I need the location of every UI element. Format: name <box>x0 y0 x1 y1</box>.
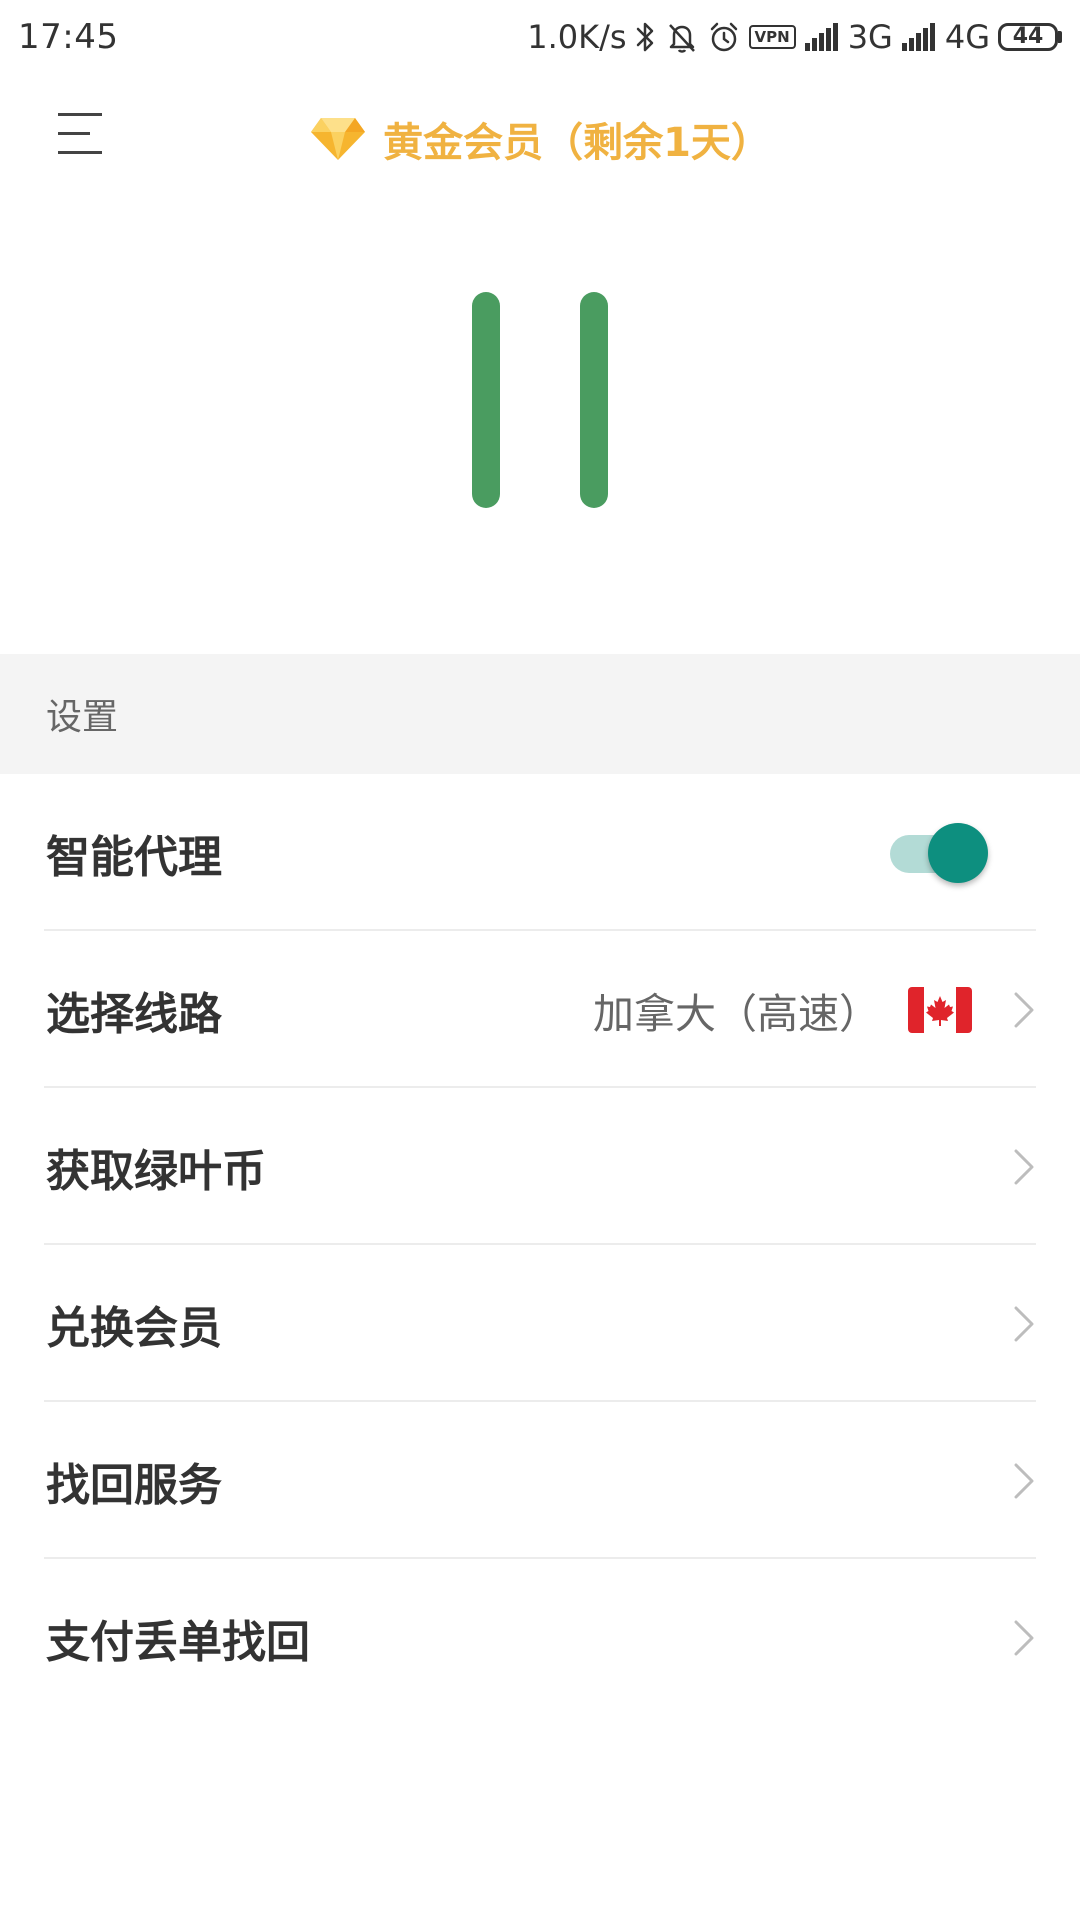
app-header: 黄金会员（剩余1天） <box>0 74 1080 204</box>
chevron-right-icon <box>1012 1461 1036 1501</box>
select-route-row[interactable]: 选择线路 加拿大（高速） <box>0 931 1080 1088</box>
redeem-membership-label: 兑换会员 <box>46 1302 222 1354</box>
settings-section-header: 设置 <box>0 654 1080 774</box>
header-title-area: 黄金会员（剩余1天） <box>0 74 1080 204</box>
connection-control-area <box>0 204 1080 654</box>
canada-flag-icon <box>908 986 972 1033</box>
membership-status[interactable]: 黄金会员（剩余1天） <box>309 110 771 168</box>
chevron-right-icon <box>1012 990 1036 1030</box>
hamburger-menu-icon <box>58 113 102 154</box>
menu-button[interactable] <box>50 104 110 164</box>
redeem-membership-row[interactable]: 兑换会员 <box>0 1245 1080 1402</box>
chevron-right-icon <box>1012 1147 1036 1187</box>
recover-service-label: 找回服务 <box>46 1459 222 1511</box>
status-icons: 1.0K/s VPN 3G 4G 44 <box>527 18 1062 56</box>
vpn-icon: VPN <box>748 25 796 49</box>
alarm-icon <box>707 20 741 54</box>
select-route-label: 选择线路 <box>46 988 222 1040</box>
battery-level: 44 <box>998 23 1058 51</box>
network-type-2: 4G <box>944 18 990 56</box>
settings-list: 智能代理 选择线路 加拿大（高速） 获取绿叶币 兑换会员 找回服务 支付丢单找回 <box>0 774 1080 1716</box>
chevron-right-icon <box>1012 1618 1036 1658</box>
signal-icon <box>804 23 840 51</box>
battery-icon: 44 <box>998 23 1062 51</box>
recover-lost-payment-label: 支付丢单找回 <box>46 1616 310 1668</box>
mute-bell-icon <box>665 20 699 54</box>
get-coins-row[interactable]: 获取绿叶币 <box>0 1088 1080 1245</box>
pause-bar-right <box>580 292 608 508</box>
signal-icon <box>901 23 937 51</box>
net-speed: 1.0K/s <box>527 18 627 56</box>
status-bar: 17:45 1.0K/s VPN 3G 4G 44 <box>0 0 1080 74</box>
battery-tip <box>1058 31 1062 43</box>
membership-title: 黄金会员（剩余1天） <box>383 120 771 166</box>
pause-bar-left <box>472 292 500 508</box>
pause-button[interactable] <box>460 284 620 524</box>
smart-proxy-label: 智能代理 <box>46 831 222 883</box>
get-coins-label: 获取绿叶币 <box>46 1145 266 1197</box>
smart-proxy-toggle[interactable] <box>890 821 988 885</box>
bluetooth-icon <box>635 20 657 54</box>
diamond-icon <box>311 118 366 160</box>
route-value: 加拿大（高速） <box>593 989 880 1038</box>
chevron-right-icon <box>1012 1304 1036 1344</box>
recover-lost-payment-row[interactable]: 支付丢单找回 <box>0 1559 1080 1716</box>
section-title: 设置 <box>46 697 119 738</box>
recover-service-row[interactable]: 找回服务 <box>0 1402 1080 1559</box>
network-type-1: 3G <box>847 18 893 56</box>
status-time: 17:45 <box>18 17 119 57</box>
toggle-thumb <box>928 822 988 883</box>
smart-proxy-row: 智能代理 <box>0 774 1080 931</box>
app-screen: 17:45 1.0K/s VPN 3G 4G 44 黄金会员（剩余1天） 设置 … <box>0 0 1080 1920</box>
